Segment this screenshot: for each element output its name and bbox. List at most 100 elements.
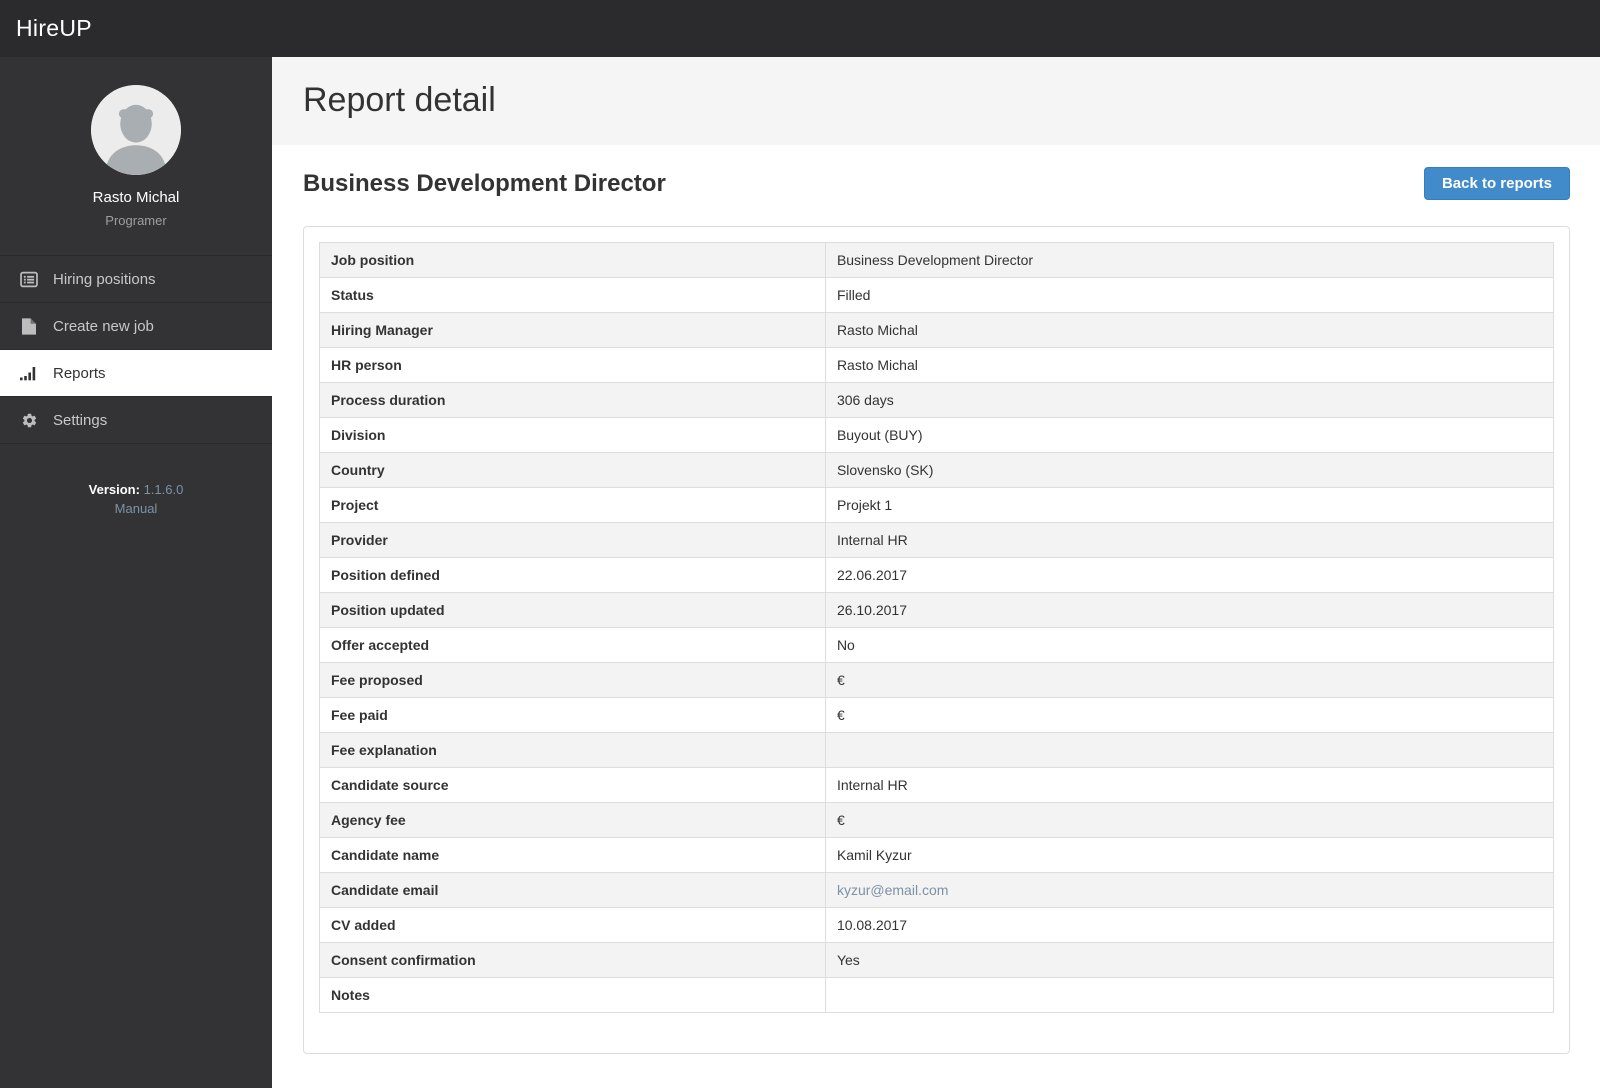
layout: Rasto Michal Programer Hiring positions C… [0,57,1600,1088]
row-value: 10.08.2017 [824,907,1555,943]
table-row: Position defined 22.06.2017 [319,557,1555,593]
table-row: Fee explanation [319,732,1555,768]
row-label: Consent confirmation [319,942,826,978]
page-header: Report detail [272,57,1600,145]
table-row: Candidate source Internal HR [319,767,1555,803]
row-label: Fee explanation [319,732,826,768]
sidebar-menu: Hiring positions Create new job Reports Set… [0,255,272,444]
row-label: Candidate source [319,767,826,803]
table-row: Position updated 26.10.2017 [319,592,1555,628]
back-to-reports-button[interactable]: Back to reports [1423,167,1570,200]
row-label: Hiring Manager [319,312,826,348]
row-label: Candidate name [319,837,826,873]
sidebar-item-label: Create new job [53,317,154,335]
table-row: Notes [319,977,1555,1013]
row-value: Slovensko (SK) [824,452,1555,488]
sidebar-item-label: Hiring positions [53,270,156,288]
bar-chart-icon [18,366,40,381]
sidebar-item-hiring-positions[interactable]: Hiring positions [0,256,272,303]
table-row: CV added 10.08.2017 [319,907,1555,943]
table-row: Fee proposed € [319,662,1555,698]
row-label: Provider [319,522,826,558]
row-label: Status [319,277,826,313]
table-row: Fee paid € [319,697,1555,733]
version-label: Version: [88,482,140,497]
table-row: Status Filled [319,277,1555,313]
user-role: Programer [105,213,167,228]
row-value: Kamil Kyzur [824,837,1555,873]
report-head: Business Development Director Back to re… [303,167,1570,200]
sidebar-item-settings[interactable]: Settings [0,397,272,444]
row-label: Country [319,452,826,488]
row-label: Fee proposed [319,662,826,698]
report-detail: Business Development Director Back to re… [272,145,1600,1054]
row-label: HR person [319,347,826,383]
row-value: Business Development Director [824,242,1555,278]
row-value: € [824,802,1555,838]
user-profile: Rasto Michal Programer [0,57,272,255]
row-value: Rasto Michal [824,312,1555,348]
row-label: Agency fee [319,802,826,838]
row-value: 26.10.2017 [824,592,1555,628]
person-silhouette-icon [91,85,181,175]
report-panel: Job position Business Development Directo… [303,226,1570,1054]
main-content: Report detail Business Development Direc… [272,57,1600,1088]
row-value: € [824,662,1555,698]
row-value: Filled [824,277,1555,313]
row-label: Notes [319,977,826,1013]
table-row: Agency fee € [319,802,1555,838]
sidebar-item-create-new-job[interactable]: Create new job [0,303,272,350]
row-value: Buyout (BUY) [824,417,1555,453]
row-value: 22.06.2017 [824,557,1555,593]
brand-logo[interactable]: HireUP [16,15,92,42]
candidate-email-link[interactable]: kyzur@email.com [837,882,948,898]
table-row: Hiring Manager Rasto Michal [319,312,1555,348]
row-value: No [824,627,1555,663]
row-label: Job position [319,242,826,278]
report-title: Business Development Director [303,169,666,197]
table-row: Candidate email kyzur@email.com [319,872,1555,908]
row-value [824,977,1555,1013]
gear-icon [18,412,40,429]
sidebar-item-label: Settings [53,411,108,429]
sidebar-item-label: Reports [53,364,106,382]
row-label: Offer accepted [319,627,826,663]
sidebar-item-reports[interactable]: Reports [0,350,272,397]
topbar: HireUP [0,0,1600,57]
table-row: Country Slovensko (SK) [319,452,1555,488]
manual-link[interactable]: Manual [115,499,158,518]
row-label: Position defined [319,557,826,593]
table-row: Project Projekt 1 [319,487,1555,523]
file-icon [18,317,40,335]
row-label: Position updated [319,592,826,628]
table-row: Provider Internal HR [319,522,1555,558]
table-row: Candidate name Kamil Kyzur [319,837,1555,873]
row-value: € [824,697,1555,733]
version-block: Version: 1.1.6.0 Manual [0,480,272,518]
report-table: Job position Business Development Directo… [319,242,1555,1013]
table-row: Consent confirmation Yes [319,942,1555,978]
row-label: Project [319,487,826,523]
row-value: Yes [824,942,1555,978]
row-value: Internal HR [824,522,1555,558]
table-row: Division Buyout (BUY) [319,417,1555,453]
row-label: Process duration [319,382,826,418]
row-value: Projekt 1 [824,487,1555,523]
avatar [91,85,181,175]
version-value: 1.1.6.0 [143,482,184,497]
row-label: Division [319,417,826,453]
row-label: Candidate email [319,872,826,908]
sidebar: Rasto Michal Programer Hiring positions C… [0,57,272,1088]
page-title: Report detail [303,81,496,119]
table-row: Process duration 306 days [319,382,1555,418]
row-value: Rasto Michal [824,347,1555,383]
row-label: CV added [319,907,826,943]
row-value: 306 days [824,382,1555,418]
list-icon [18,271,40,288]
row-label: Fee paid [319,697,826,733]
table-row: HR person Rasto Michal [319,347,1555,383]
table-row: Job position Business Development Directo… [319,242,1555,278]
user-name: Rasto Michal [92,189,180,206]
table-row: Offer accepted No [319,627,1555,663]
row-value [824,732,1555,768]
